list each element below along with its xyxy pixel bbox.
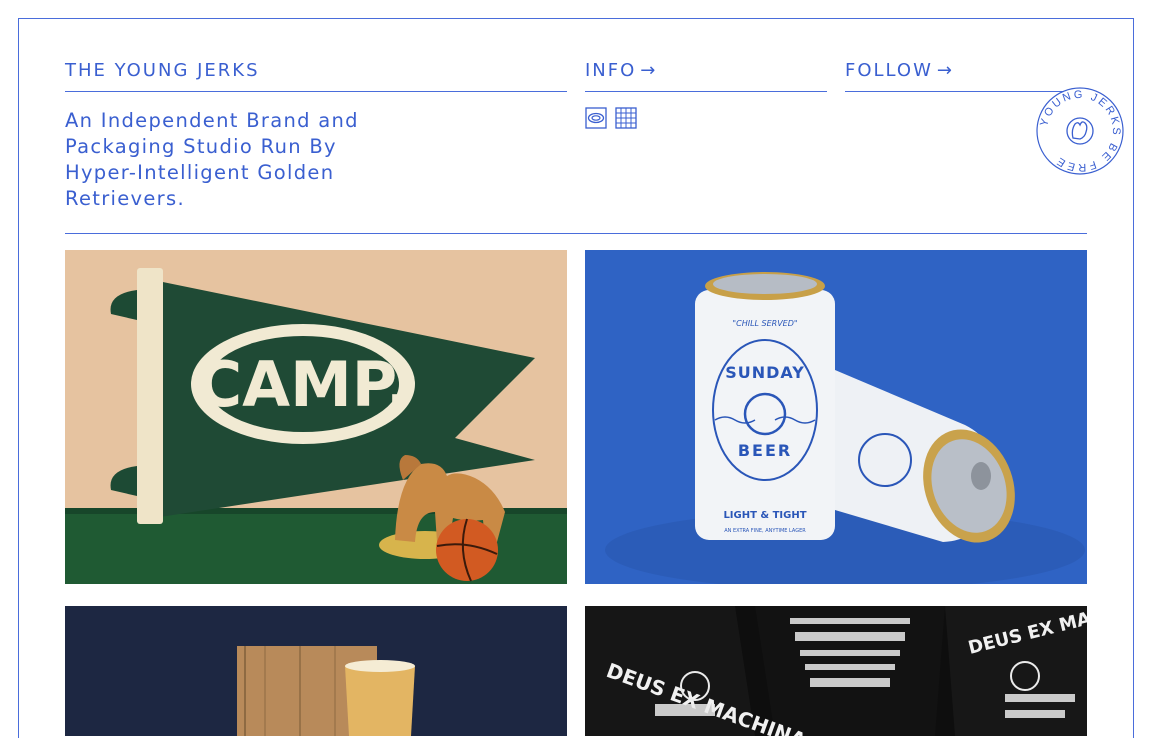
follow-link[interactable]: FOLLOW → <box>845 60 1087 82</box>
can-name-1: SUNDAY <box>725 363 805 382</box>
can-name-2: BEER <box>738 441 792 460</box>
young-jerks-badge[interactable]: YOUNG JERKS BE FREE <box>1035 86 1125 176</box>
project-tile-camp[interactable]: CAMP. <box>65 250 567 584</box>
info-label: INFO <box>585 60 637 81</box>
info-link[interactable]: INFO → <box>585 60 827 82</box>
single-view-icon[interactable] <box>585 107 607 129</box>
grid-view-icon[interactable] <box>615 107 637 129</box>
brand-link[interactable]: THE YOUNG JERKS <box>65 60 567 82</box>
brand-header: THE YOUNG JERKS <box>65 60 567 92</box>
can-top-text: "CHILL SERVED" <box>732 319 797 328</box>
tagline: An Independent Brand and Packaging Studi… <box>65 109 359 210</box>
info-nav: INFO → <box>585 60 827 92</box>
project-tile-sunday-beer[interactable]: "CHILL SERVED" SUNDAY BEER LIGHT & TIGHT… <box>585 250 1087 584</box>
camp-logo-text: CAMP. <box>197 348 410 421</box>
project-tile-deus-tees[interactable]: DEUS EX MACHINA DEUS EX MACHINA <box>585 606 1087 736</box>
view-toggle <box>585 107 637 129</box>
arrow-right-icon: → <box>640 60 656 81</box>
follow-label: FOLLOW <box>845 60 933 81</box>
arrow-right-icon: → <box>936 60 952 81</box>
header-divider <box>65 233 1087 234</box>
project-tile-beer-glass[interactable] <box>65 606 567 736</box>
can-tag-text: LIGHT & TIGHT <box>723 510 806 521</box>
standing-can: "CHILL SERVED" SUNDAY BEER LIGHT & TIGHT… <box>695 272 835 540</box>
can-foot-text: AN EXTRA FINE, ANYTIME LAGER <box>724 528 806 534</box>
brand-name: THE YOUNG JERKS <box>65 60 260 81</box>
